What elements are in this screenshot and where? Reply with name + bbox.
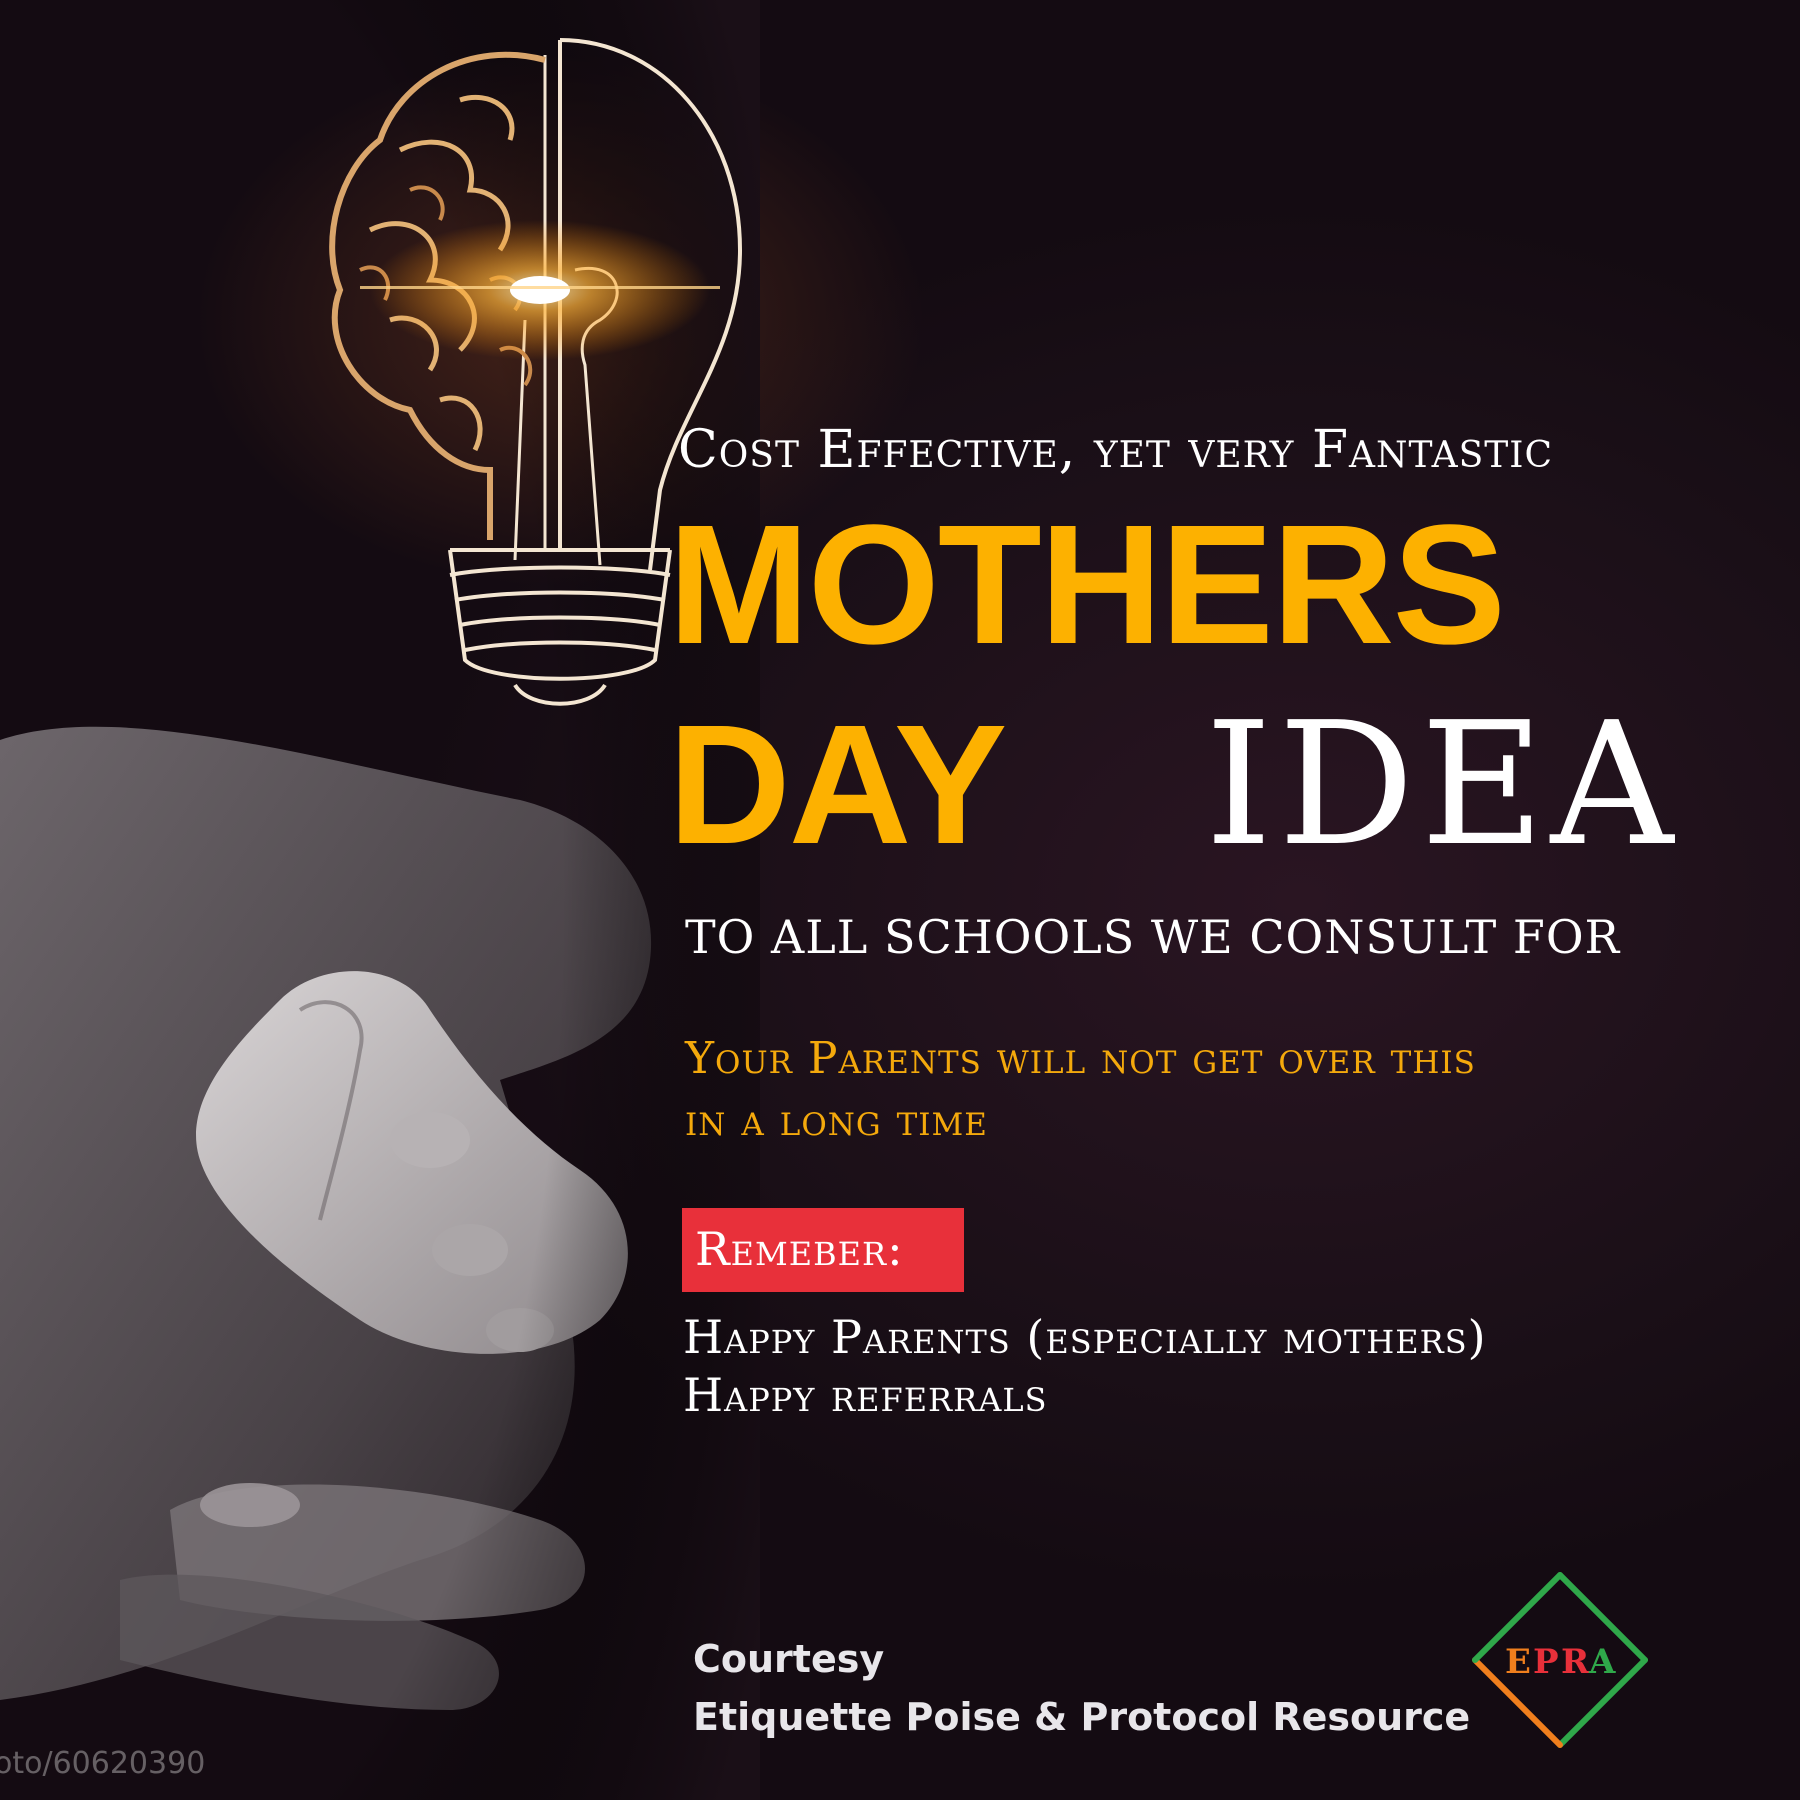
parents-message-line1: Your Parents will not get over this <box>685 1033 1476 1084</box>
happy-line-referrals: Happy referrals <box>683 1368 1048 1422</box>
happy-line-parents: Happy Parents (especially mothers) <box>683 1310 1487 1364</box>
courtesy-label: Courtesy <box>693 1637 885 1681</box>
logo-letter-a: A <box>1588 1642 1616 1682</box>
courtesy-org: Etiquette Poise & Protocol Resource <box>693 1695 1471 1739</box>
subline: TO ALL SCHOOLS WE CONSULT FOR <box>685 910 1621 964</box>
remember-label: Remeber: <box>695 1222 904 1276</box>
parents-message-line2: in a long time <box>685 1095 988 1146</box>
parents-message: Your Parents will not get over this in a… <box>685 1028 1476 1152</box>
logo-letter-p: P <box>1533 1642 1559 1682</box>
title-day: DAY <box>668 690 1007 880</box>
title-idea: IDEA <box>1205 686 1680 884</box>
logo-letter-r: R <box>1561 1642 1590 1682</box>
title-mothers: MOTHERS <box>668 490 1506 680</box>
tagline: Cost Effective, yet very Fantastic <box>678 420 1554 480</box>
epra-logo: E P R A <box>1472 1572 1648 1748</box>
courtesy-block: Courtesy Etiquette Poise & Protocol Reso… <box>693 1630 1470 1746</box>
photo-watermark: oto/60620390 <box>0 1746 206 1781</box>
poster: Cost Effective, yet very Fantastic MOTHE… <box>0 0 1800 1800</box>
logo-letter-e: E <box>1505 1642 1531 1682</box>
happy-list: Happy Parents (especially mothers) Happy… <box>683 1308 1487 1424</box>
